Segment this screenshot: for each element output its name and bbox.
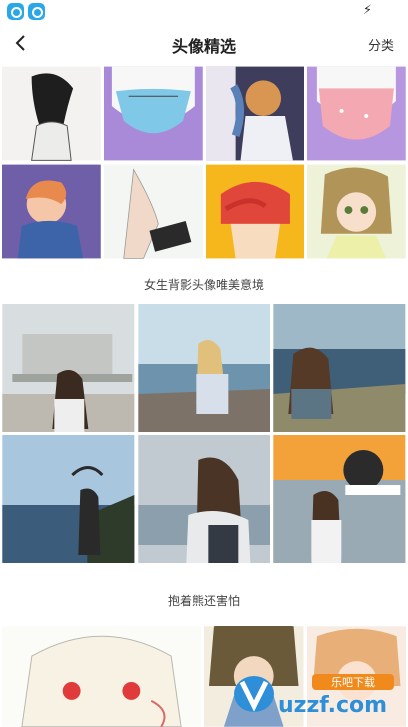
watermark-logo: 乐吧下载 uzzf.com bbox=[230, 668, 408, 718]
avatar-tile[interactable] bbox=[307, 164, 406, 259]
avatar-tile[interactable] bbox=[273, 435, 406, 563]
header-bar: 头像精选 分类 bbox=[0, 24, 408, 64]
watermark-brand: uzzf.com bbox=[278, 693, 387, 718]
avatar-tile[interactable] bbox=[2, 435, 135, 563]
page-title: 头像精选 bbox=[171, 37, 236, 56]
avatar-tile[interactable] bbox=[103, 164, 203, 259]
section-label[interactable]: 女生背影头像唯美意境 bbox=[0, 276, 408, 293]
watermark-tagline: 乐吧下载 bbox=[331, 676, 375, 689]
avatar-tile[interactable] bbox=[307, 66, 406, 161]
avatar-tile[interactable] bbox=[273, 304, 406, 432]
avatar-tile[interactable] bbox=[2, 626, 201, 727]
section-label[interactable]: 抱着熊还害怕 bbox=[0, 592, 408, 609]
app-icon bbox=[7, 3, 24, 20]
avatar-tile[interactable] bbox=[103, 66, 203, 161]
bolt-icon: ⚡ bbox=[362, 3, 372, 18]
avatar-tile[interactable] bbox=[2, 164, 101, 259]
avatar-tile[interactable] bbox=[2, 66, 101, 161]
avatar-tile[interactable] bbox=[137, 435, 271, 563]
app-icon bbox=[28, 3, 45, 20]
avatar-tile[interactable] bbox=[2, 304, 135, 432]
avatar-grid-photo bbox=[0, 304, 408, 563]
status-bar: ⚡ bbox=[0, 0, 408, 24]
avatar-tile[interactable] bbox=[205, 66, 305, 161]
avatar-tile[interactable] bbox=[137, 304, 271, 432]
avatar-tile[interactable] bbox=[205, 164, 305, 259]
category-button[interactable]: 分类 bbox=[368, 35, 394, 54]
avatar-grid-cartoon bbox=[0, 66, 408, 259]
